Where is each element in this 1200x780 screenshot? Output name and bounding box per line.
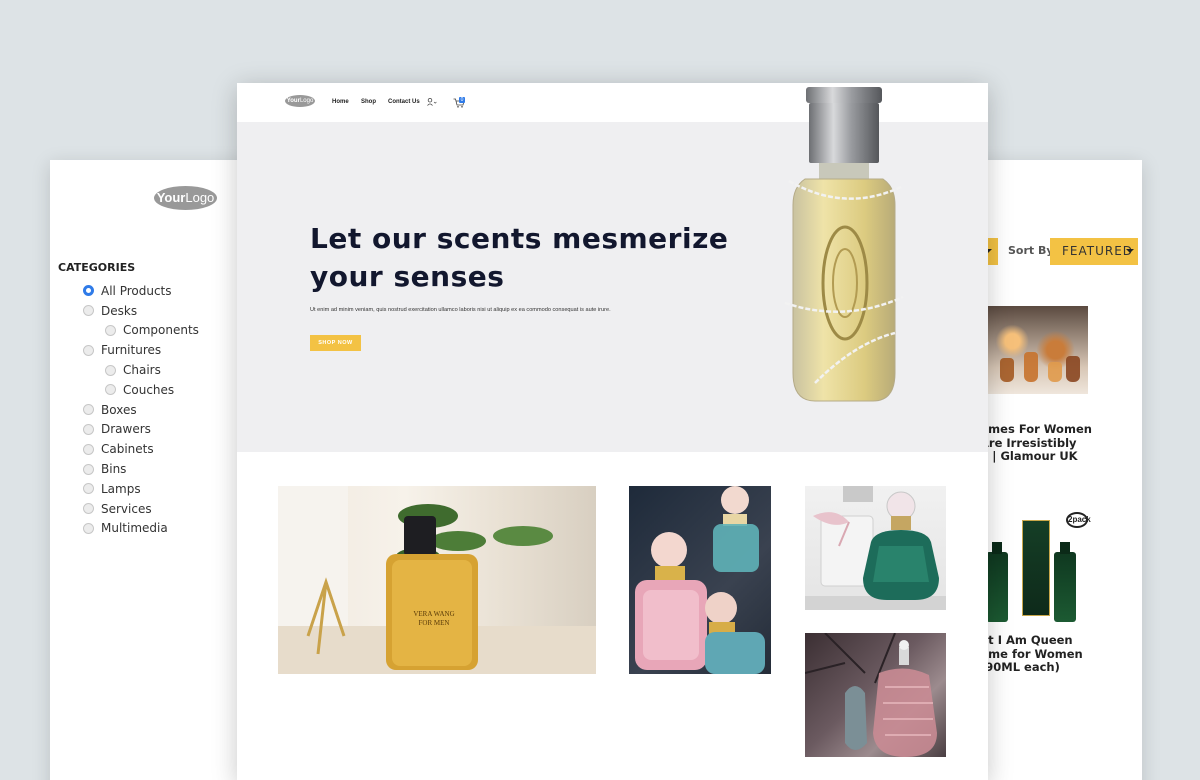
user-icon[interactable] [427, 98, 437, 106]
radio-icon[interactable] [83, 503, 94, 515]
vera-wang-scene [278, 486, 596, 674]
bottle-shape [986, 542, 1008, 622]
category-furnitures[interactable]: Furnitures [83, 340, 199, 360]
product-title-line: Are Irresistibly [980, 435, 1077, 450]
category-label: Lamps [101, 481, 141, 496]
sort-value: FEATURED [1062, 244, 1134, 258]
nav-home[interactable]: Home [332, 99, 349, 105]
radio-icon[interactable] [105, 364, 116, 376]
cart-count-badge: 0 [459, 97, 465, 103]
radio-icon[interactable] [83, 443, 94, 455]
category-multimedia[interactable]: Multimedia [83, 519, 199, 539]
hero-perfume-bottle-image [784, 87, 904, 402]
gallery-image-green-perfume[interactable] [805, 486, 946, 610]
category-couches[interactable]: Couches [83, 380, 199, 400]
logo-text-logo: Logo [185, 190, 215, 205]
pack-badge: 2pack [1066, 512, 1091, 528]
nav-contact-us[interactable]: Contact Us [388, 99, 420, 105]
radio-icon[interactable] [83, 522, 94, 534]
radio-icon[interactable] [105, 324, 116, 336]
label-line: VERA WANG [413, 610, 455, 618]
category-boxes[interactable]: Boxes [83, 400, 199, 420]
category-label: Chairs [123, 363, 161, 378]
hero-description: Ut enim ad minim veniam, quis nostrud ex… [310, 307, 611, 313]
product-title[interactable]: umes For Women Are Irresistibly g | Glam… [980, 422, 1140, 464]
gallery-image-vintage-bottles[interactable] [805, 633, 946, 757]
category-bins[interactable]: Bins [83, 459, 199, 479]
product-title-line: umes For Women [980, 422, 1092, 436]
category-desks[interactable]: Desks [83, 301, 199, 321]
category-label: Couches [123, 382, 175, 397]
product-title-line: g | Glamour UK [980, 449, 1078, 463]
radio-icon[interactable] [83, 423, 94, 435]
radio-icon[interactable] [83, 483, 94, 495]
homepage-window: YourLogo Home Shop Contact Us 0 Let our … [237, 83, 988, 780]
hero-title: Let our scents mesmerize your senses [310, 222, 729, 293]
category-all-products[interactable]: All Products [83, 281, 199, 301]
vera-wang-label: VERA WANG FOR MEN [406, 610, 462, 628]
logo-text-logo: Logo [299, 98, 314, 104]
category-cabinets[interactable]: Cabinets [83, 439, 199, 459]
shop-now-button[interactable]: SHOP NOW [310, 335, 361, 351]
bottle-shape [1066, 356, 1080, 382]
logo-text-your: Your [156, 190, 186, 205]
nav-shop[interactable]: Shop [361, 99, 376, 105]
perfume-box [1022, 520, 1050, 616]
vintage-bottles-scene [805, 633, 937, 757]
bottle-shape [1024, 352, 1038, 382]
header-logo[interactable]: YourLogo [285, 95, 315, 107]
bottle-shape [1054, 542, 1076, 622]
categories-panel: YourLogo CATEGORIES All Products Desks C… [50, 160, 250, 780]
radio-icon[interactable] [83, 305, 94, 317]
category-label: Drawers [101, 422, 151, 437]
gallery-image-vera-wang[interactable]: VERA WANG FOR MEN [278, 486, 596, 674]
product-image-fogg[interactable]: 2pack [980, 512, 1091, 622]
chevron-down-icon [1126, 249, 1134, 257]
categories-title: CATEGORIES [58, 261, 136, 274]
product-title-line: nt I Am Queen [980, 633, 1073, 647]
category-label: Boxes [101, 402, 137, 417]
logo-text-your: Your [286, 98, 300, 104]
category-label: Bins [101, 462, 127, 477]
category-services[interactable]: Services [83, 499, 199, 519]
category-label: Components [123, 323, 199, 338]
product-title-line: (90ML each) [980, 660, 1060, 674]
category-label: Furnitures [101, 343, 162, 358]
category-drawers[interactable]: Drawers [83, 420, 199, 440]
category-label: Cabinets [101, 442, 154, 457]
category-label: Desks [101, 303, 138, 318]
category-chairs[interactable]: Chairs [83, 360, 199, 380]
category-label: All Products [101, 283, 172, 298]
bottle-shape [1048, 362, 1062, 382]
sort-dropdown[interactable]: FEATURED [1050, 238, 1138, 265]
radio-icon[interactable] [83, 344, 94, 356]
product-title[interactable]: nt I Am Queen ume for Women (90ML each) [980, 633, 1140, 675]
radio-selected-icon[interactable] [83, 285, 94, 297]
categories-list: All Products Desks Components Furnitures… [83, 281, 199, 538]
label-line: FOR MEN [418, 619, 450, 627]
green-perfume-scene [805, 486, 946, 610]
category-label: Multimedia [101, 521, 168, 536]
miu-miu-scene [635, 486, 765, 674]
radio-icon[interactable] [105, 384, 116, 396]
bottle-shape [1000, 358, 1014, 382]
radio-icon[interactable] [83, 463, 94, 475]
category-components[interactable]: Components [83, 321, 199, 341]
radio-icon[interactable] [83, 404, 94, 416]
product-title-line: ume for Women [980, 646, 1083, 661]
product-image-perfume-collection[interactable] [980, 306, 1088, 394]
gallery-image-miu-miu[interactable] [629, 486, 771, 674]
category-lamps[interactable]: Lamps [83, 479, 199, 499]
sidebar-logo[interactable]: YourLogo [154, 186, 217, 210]
category-label: Services [101, 501, 152, 516]
